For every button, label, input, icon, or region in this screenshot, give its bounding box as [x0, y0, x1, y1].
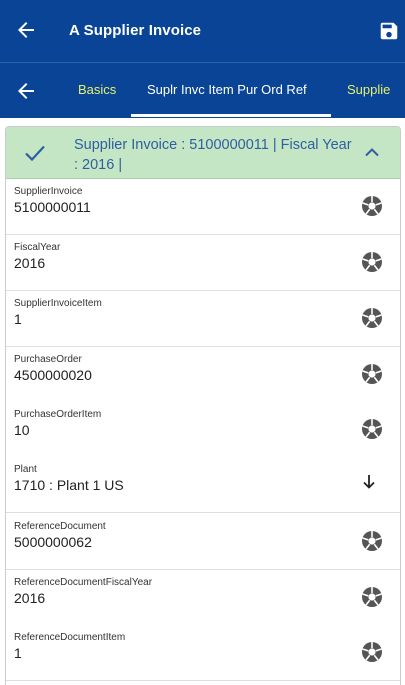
- aperture-icon[interactable]: [360, 417, 384, 441]
- field-row[interactable]: ReferenceDocumentFiscalYear 2016: [6, 570, 400, 626]
- aperture-icon[interactable]: [360, 640, 384, 664]
- field-row[interactable]: SupplierInvoiceItem 1: [6, 291, 400, 347]
- aperture-icon[interactable]: [360, 306, 384, 330]
- field-value[interactable]: 10: [14, 422, 30, 438]
- field-label: ReferenceDocumentFiscalYear: [14, 577, 153, 588]
- page-title: A Supplier Invoice: [69, 22, 202, 39]
- tab-supplie[interactable]: Supplie: [347, 82, 390, 97]
- tab-basics[interactable]: Basics: [78, 82, 116, 97]
- aperture-icon[interactable]: [360, 194, 384, 218]
- field-value[interactable]: 1: [14, 645, 22, 661]
- field-label: ReferenceDocument: [14, 521, 106, 532]
- tab-suplr-invc-item-pur-ord-ref[interactable]: Suplr Invc Item Pur Ord Ref: [147, 82, 307, 97]
- field-label: SupplierInvoice: [14, 186, 83, 197]
- tab-back-arrow-icon[interactable]: [14, 79, 38, 103]
- field-value[interactable]: 1710 : Plant 1 US: [14, 477, 124, 493]
- field-value[interactable]: 4500000020: [14, 367, 92, 383]
- field-label: SupplierInvoiceItem: [14, 298, 102, 309]
- field-row[interactable]: PurchaseOrderItem 10: [6, 402, 400, 458]
- field-label: PurchaseOrder: [14, 354, 82, 365]
- field-value[interactable]: 2016: [14, 590, 45, 606]
- aperture-icon[interactable]: [360, 529, 384, 553]
- aperture-icon[interactable]: [360, 585, 384, 609]
- field-row[interactable]: Plant 1710 : Plant 1 US: [6, 457, 400, 513]
- field-label: FiscalYear: [14, 242, 61, 253]
- field-row[interactable]: ReferenceDocument 5000000062: [6, 514, 400, 570]
- save-icon[interactable]: [378, 20, 400, 42]
- active-tab-indicator: [131, 114, 331, 117]
- field-row[interactable]: FiscalYear 2016: [6, 235, 400, 291]
- field-value[interactable]: 2016: [14, 255, 45, 271]
- app-bar: A Supplier Invoice: [0, 0, 405, 62]
- card-header[interactable]: Supplier Invoice : 5100000011 | Fiscal Y…: [6, 127, 400, 179]
- field-row[interactable]: PurchaseOrder 4500000020: [6, 347, 400, 403]
- chevron-up-icon[interactable]: [364, 146, 380, 158]
- check-icon: [25, 145, 45, 162]
- aperture-icon[interactable]: [360, 362, 384, 386]
- field-row[interactable]: ReferenceDocumentItem 1: [6, 625, 400, 681]
- tab-bar: Basics Suplr Invc Item Pur Ord Ref Suppl…: [0, 62, 405, 118]
- arrow-down-icon[interactable]: [362, 474, 376, 490]
- field-label: ReferenceDocumentItem: [14, 632, 126, 643]
- aperture-icon[interactable]: [360, 250, 384, 274]
- arrow-left-icon[interactable]: [14, 18, 38, 42]
- field-label: Plant: [14, 464, 37, 475]
- field-value[interactable]: 5000000062: [14, 534, 92, 550]
- card-header-title: Supplier Invoice : 5100000011 | Fiscal Y…: [74, 137, 352, 173]
- field-value[interactable]: 1: [14, 311, 22, 327]
- field-row[interactable]: SupplierInvoice 5100000011: [6, 179, 400, 235]
- field-label: PurchaseOrderItem: [14, 409, 102, 420]
- detail-card: Supplier Invoice : 5100000011 | Fiscal Y…: [5, 126, 401, 685]
- field-value[interactable]: 5100000011: [14, 199, 91, 215]
